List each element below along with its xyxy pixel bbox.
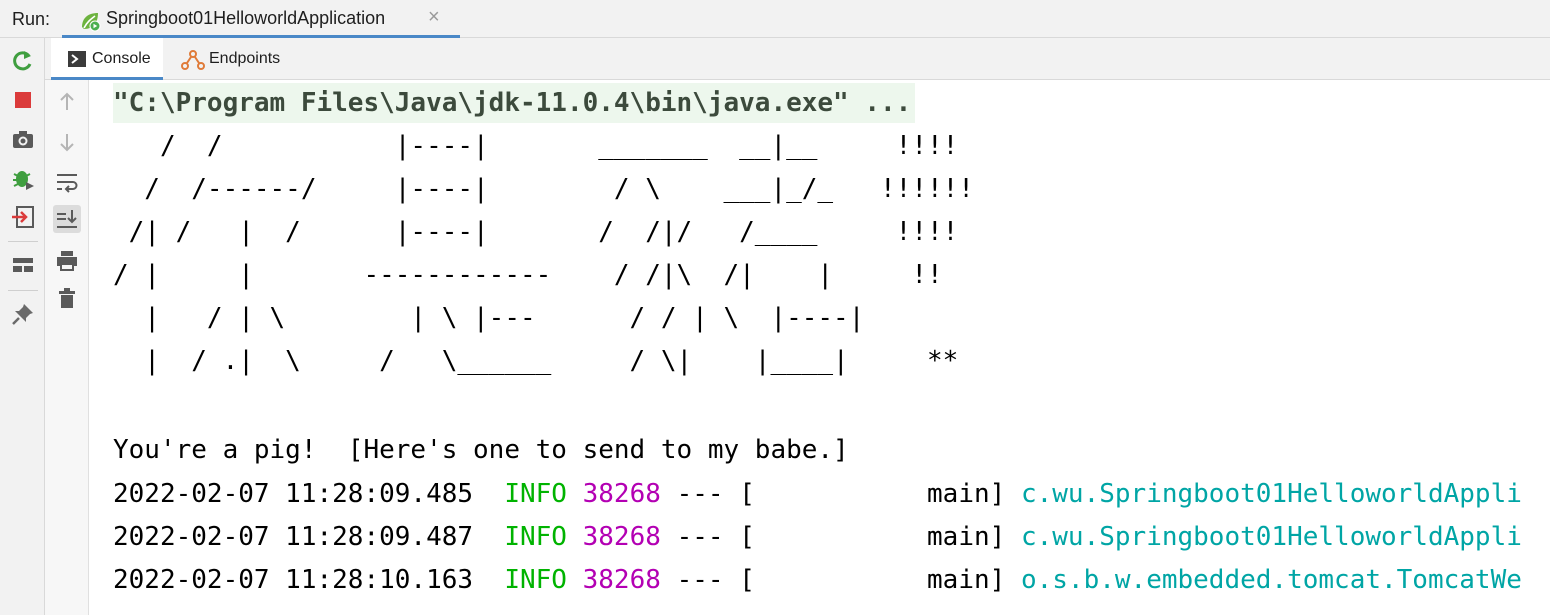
log-separator: --- <box>676 479 724 509</box>
stop-icon <box>15 92 31 108</box>
tab-console-label: Console <box>92 50 151 67</box>
log-logger: c.wu.Springboot01HelloworldAppli <box>1020 522 1522 552</box>
console-output[interactable]: "C:\Program Files\Java\jdk-11.0.4\bin\ja… <box>89 80 1550 615</box>
console-toolbar <box>45 80 89 615</box>
log-line: 2022-02-07 11:28:09.485 INFO 38268 --- [… <box>113 474 1522 514</box>
ascii-banner-line: | / .| \ / \______ / \| |____| ** <box>113 346 959 376</box>
scroll-down-button[interactable] <box>53 128 81 156</box>
toolbar-separator <box>8 290 38 291</box>
tab-endpoints[interactable]: Endpoints <box>171 38 301 80</box>
log-separator: --- <box>676 565 724 595</box>
bug-icon <box>13 171 34 190</box>
scroll-to-end-icon <box>57 210 77 228</box>
tab-endpoints-label: Endpoints <box>209 50 281 67</box>
log-level: INFO <box>504 565 567 595</box>
log-bracket-open: [ <box>739 565 755 595</box>
tab-console[interactable]: Console <box>51 38 163 80</box>
scroll-up-button[interactable] <box>53 88 81 116</box>
ascii-banner-line: / /------/ |----| / \ ___|_/_ !!!!!! <box>113 174 974 204</box>
clear-all-button[interactable] <box>53 284 81 312</box>
toolbar-separator <box>8 241 38 242</box>
soft-wrap-icon <box>57 174 78 193</box>
log-logger: o.s.b.w.embedded.tomcat.TomcatWe <box>1020 565 1522 595</box>
ascii-banner-line: / / |----| _______ __|__ !!!! <box>113 131 959 161</box>
log-thread: main <box>927 522 990 552</box>
pin-icon <box>12 304 33 325</box>
layout-icon <box>13 258 33 272</box>
log-timestamp: 2022-02-07 11:28:10.163 <box>113 565 474 595</box>
arrow-down-icon <box>60 134 74 152</box>
camera-icon <box>13 131 33 148</box>
log-bracket-close: ] <box>989 479 1006 509</box>
console-icon <box>67 50 87 68</box>
log-logger: c.wu.Springboot01HelloworldAppli <box>1020 479 1522 509</box>
soft-wrap-button[interactable] <box>53 168 81 196</box>
run-toolbar <box>0 38 45 615</box>
stop-button[interactable] <box>9 86 37 114</box>
exit-icon <box>12 206 34 228</box>
rerun-icon <box>13 51 32 71</box>
log-separator: --- <box>676 522 724 552</box>
log-timestamp: 2022-02-07 11:28:09.485 <box>113 479 474 509</box>
run-configuration-tab[interactable]: Springboot01HelloworldApplication × <box>62 0 460 38</box>
scroll-to-end-button[interactable] <box>53 205 81 233</box>
log-bracket-open: [ <box>739 479 755 509</box>
log-timestamp: 2022-02-07 11:28:09.487 <box>113 522 474 552</box>
log-bracket-open: [ <box>739 522 755 552</box>
log-pid: 38268 <box>582 522 661 552</box>
endpoints-icon <box>181 50 205 70</box>
log-thread: main <box>927 479 990 509</box>
run-label: Run: <box>12 9 51 29</box>
log-thread: main <box>927 565 990 595</box>
log-line: 2022-02-07 11:28:09.487 INFO 38268 --- [… <box>113 517 1522 557</box>
command-line: "C:\Program Files\Java\jdk-11.0.4\bin\ja… <box>113 83 916 123</box>
log-bracket-close: ] <box>989 565 1006 595</box>
run-tab-title: Springboot01HelloworldApplication <box>106 8 386 28</box>
arrow-up-icon <box>60 92 74 110</box>
layout-button[interactable] <box>9 251 37 279</box>
ascii-banner-line: / | | ------------ / /|\ /| | !! <box>113 260 943 290</box>
log-level: INFO <box>504 522 567 552</box>
run-tool-window: Run: Springboot01HelloworldApplication × <box>0 0 1550 615</box>
log-pid: 38268 <box>582 565 661 595</box>
run-tab-bar: Run: Springboot01HelloworldApplication × <box>0 0 1550 38</box>
log-level: INFO <box>504 479 567 509</box>
print-icon <box>57 251 77 271</box>
close-tab-icon[interactable]: × <box>428 6 440 29</box>
console-tab-bar: Console Endpoints <box>45 38 1550 80</box>
ascii-banner-line: | / | \ | \ |--- / / | \ |----| <box>113 303 865 333</box>
rerun-button[interactable] <box>9 47 37 75</box>
log-bracket-close: ] <box>989 522 1006 552</box>
ascii-banner-line: /| / | / |----| / /|/ /____ !!!! <box>113 217 959 247</box>
print-button[interactable] <box>53 247 81 275</box>
exit-button[interactable] <box>9 203 37 231</box>
trash-icon <box>59 288 75 308</box>
log-line: 2022-02-07 11:28:10.163 INFO 38268 --- [… <box>113 560 1522 600</box>
debug-button[interactable] <box>9 164 37 192</box>
banner-message: You're a pig! [Here's one to send to my … <box>113 435 849 465</box>
dump-threads-button[interactable] <box>9 125 37 153</box>
spring-leaf-icon <box>79 10 101 32</box>
pin-tab-button[interactable] <box>9 300 37 328</box>
log-pid: 38268 <box>582 479 661 509</box>
